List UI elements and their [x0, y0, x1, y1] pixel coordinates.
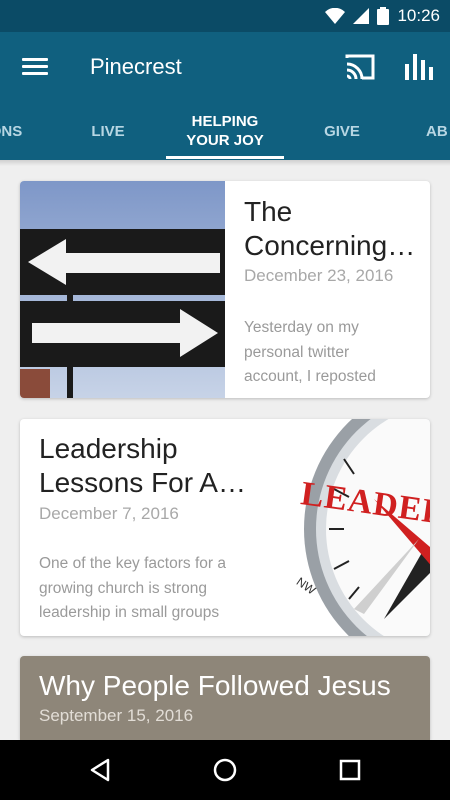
- wifi-icon: [325, 8, 346, 24]
- app-bar: Pinecrest: [0, 32, 450, 102]
- post-card[interactable]: Why People Followed Jesus September 15, …: [20, 656, 430, 740]
- post-excerpt: One of the key factors for a growing chu…: [39, 555, 226, 621]
- post-image: [20, 181, 225, 398]
- post-image: LEADERSHIP NW: [294, 419, 430, 636]
- stats-icon[interactable]: [404, 52, 436, 82]
- tab-helping-your-joy[interactable]: HELPING YOUR JOY: [166, 102, 284, 160]
- tab-shadow: [0, 160, 450, 166]
- tab-ons[interactable]: ONS: [0, 102, 32, 160]
- tab-give[interactable]: GIVE: [306, 102, 378, 160]
- post-excerpt: Yesterday on my personal twitter account…: [244, 319, 376, 385]
- post-date: September 15, 2016: [39, 706, 194, 725]
- navigation-bar: [0, 740, 450, 800]
- signal-icon: [353, 8, 370, 24]
- tab-bar: ONS LIVE HELPING YOUR JOY GIVE AB: [0, 102, 450, 160]
- tab-live[interactable]: LIVE: [72, 102, 144, 160]
- app-title: Pinecrest: [90, 54, 182, 79]
- post-date: December 23, 2016: [244, 266, 394, 285]
- recents-icon[interactable]: [335, 755, 365, 785]
- post-date: December 7, 2016: [39, 504, 179, 523]
- tab-about[interactable]: AB: [426, 102, 450, 160]
- post-title: Leadership Lessons For A…: [39, 433, 246, 498]
- menu-icon[interactable]: [20, 54, 50, 80]
- battery-icon: [377, 7, 390, 25]
- home-icon[interactable]: [210, 755, 240, 785]
- post-title: Why People Followed Jesus: [39, 670, 391, 701]
- status-time: 10:26: [397, 6, 440, 25]
- post-card[interactable]: Leadership Lessons For A… December 7, 20…: [20, 419, 430, 636]
- post-title: The Concerning…: [244, 196, 416, 261]
- status-bar: 10:26: [0, 0, 450, 32]
- post-card[interactable]: The Concerning… December 23, 2016 Yester…: [20, 181, 430, 398]
- cast-icon[interactable]: [344, 52, 376, 82]
- back-icon[interactable]: [86, 755, 116, 785]
- tab-indicator: [166, 156, 284, 159]
